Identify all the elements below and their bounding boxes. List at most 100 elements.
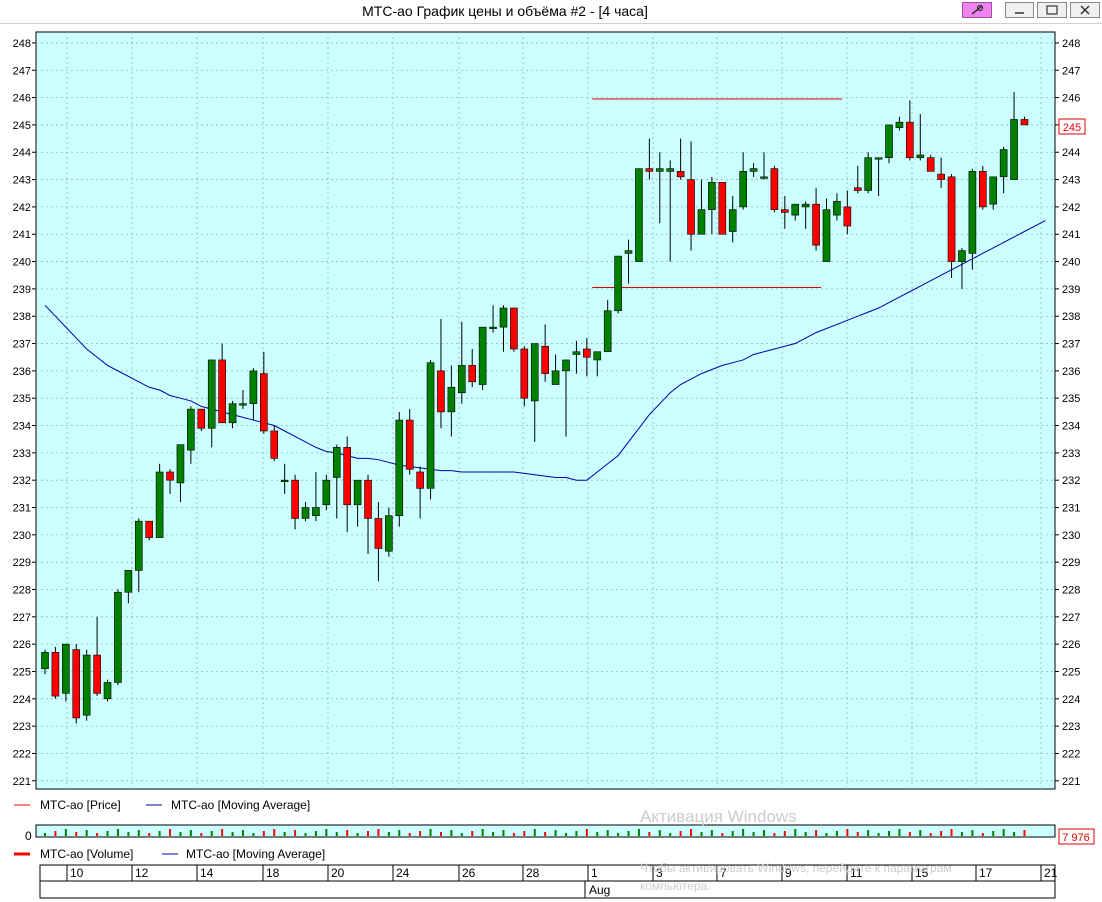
y-tick-label-right: 247 — [1062, 65, 1080, 77]
candle-body — [260, 373, 268, 432]
candle-body — [134, 520, 143, 571]
volume-bar — [794, 829, 797, 836]
volume-bar — [512, 833, 515, 836]
price-axis-left: 248 247 246 245 244 243 242 241 240 239 238 237 236 2… — [13, 38, 36, 788]
y-tick-label-left: 228 — [13, 585, 31, 597]
candle-up — [103, 679, 112, 702]
candle-body — [801, 203, 810, 208]
volume-bar — [262, 831, 265, 836]
candle-body — [291, 479, 299, 519]
y-tick-label-left: 248 — [13, 38, 31, 50]
volume-bar — [1002, 829, 1005, 836]
y-tick-label-right: 240 — [1062, 257, 1080, 269]
candle-body — [562, 359, 570, 372]
volume-bar — [127, 832, 130, 836]
day-label: 14 — [200, 866, 214, 880]
y-tick-label-left: 235 — [13, 393, 31, 405]
candle-down — [270, 425, 279, 462]
candle-body — [624, 250, 633, 254]
candle-body — [947, 176, 956, 262]
volume-bar — [637, 829, 640, 836]
volume-bar — [627, 831, 630, 836]
y-tick-label-right: 227 — [1062, 612, 1080, 624]
volume-bar — [804, 832, 807, 836]
candle-body — [822, 209, 831, 262]
volume-panel[interactable]: 0 7 976 — [25, 824, 1095, 845]
y-tick-label-left: 221 — [13, 776, 31, 788]
volume-bar — [565, 833, 567, 836]
candle-body — [499, 307, 508, 328]
volume-bar — [606, 830, 609, 836]
candle-body — [593, 351, 602, 361]
volume-bar — [44, 833, 46, 836]
volume-bar — [1013, 832, 1016, 836]
candle-body — [187, 408, 195, 451]
candle-body — [322, 479, 331, 506]
candle-up — [395, 411, 404, 527]
volume-bar — [898, 829, 901, 836]
close-button[interactable] — [1070, 2, 1100, 18]
y-tick-label-left: 246 — [13, 93, 31, 105]
volume-bar — [273, 829, 276, 836]
y-tick-label-right: 243 — [1062, 175, 1080, 187]
candle-body — [958, 250, 966, 262]
volume-bar — [835, 831, 838, 836]
day-label: 28 — [526, 866, 540, 880]
volume-bar — [200, 833, 203, 836]
y-tick-label-right: 230 — [1062, 530, 1080, 542]
y-tick-label-right: 228 — [1062, 585, 1080, 597]
candle-body — [489, 326, 497, 329]
candle-body — [72, 649, 81, 719]
candle-body — [510, 307, 518, 350]
candle-body — [874, 157, 883, 160]
candle-body — [426, 362, 435, 489]
volume-bar — [346, 830, 349, 836]
candle-body — [405, 419, 414, 470]
candle-body — [655, 168, 664, 172]
volume-bar — [314, 831, 317, 836]
candle-body — [999, 149, 1008, 178]
day-label: 21 — [1044, 866, 1058, 880]
candle-body — [676, 171, 685, 178]
minimize-button[interactable] — [1005, 2, 1034, 18]
maximize-button[interactable] — [1037, 2, 1067, 18]
candle-body — [937, 173, 945, 180]
y-tick-label-left: 239 — [13, 284, 31, 296]
candle-body — [906, 121, 914, 159]
volume-bar — [377, 829, 380, 836]
y-tick-label-right: 226 — [1062, 639, 1080, 651]
candle-down — [197, 408, 206, 431]
volume-bar — [502, 830, 505, 836]
y-tick-label-left: 224 — [13, 694, 31, 706]
y-tick-label-right: 244 — [1062, 147, 1080, 159]
volume-bar — [648, 832, 651, 836]
volume-bar — [669, 833, 672, 836]
volume-bar — [148, 833, 151, 836]
candle-body — [635, 168, 643, 262]
volume-bar — [450, 830, 453, 836]
price-volume-chart[interactable]: 2482472462452442432422412402392382372362… — [0, 24, 1102, 902]
volume-bar — [908, 832, 911, 836]
candle-up — [322, 474, 331, 511]
y-tick-label-left: 244 — [13, 147, 31, 159]
candle-down — [520, 346, 529, 407]
volume-bar — [64, 829, 67, 836]
candle-up — [478, 326, 487, 391]
candle-body — [103, 682, 112, 700]
candle-body — [385, 515, 393, 552]
volume-bar — [179, 832, 182, 836]
candle-body — [687, 179, 695, 235]
y-tick-label-right: 234 — [1062, 421, 1080, 433]
candle-body — [968, 171, 977, 254]
candle-body — [176, 444, 185, 484]
pin-button[interactable] — [962, 2, 992, 18]
volume-bar — [554, 830, 557, 836]
candle-body — [1020, 119, 1029, 126]
volume-bar — [85, 830, 88, 836]
candle-body — [228, 403, 237, 424]
y-tick-label-right: 239 — [1062, 284, 1080, 296]
volume-bar — [481, 829, 484, 836]
y-tick-label-right: 233 — [1062, 448, 1080, 460]
y-tick-label-left: 226 — [13, 639, 31, 651]
volume-bar — [158, 831, 161, 836]
